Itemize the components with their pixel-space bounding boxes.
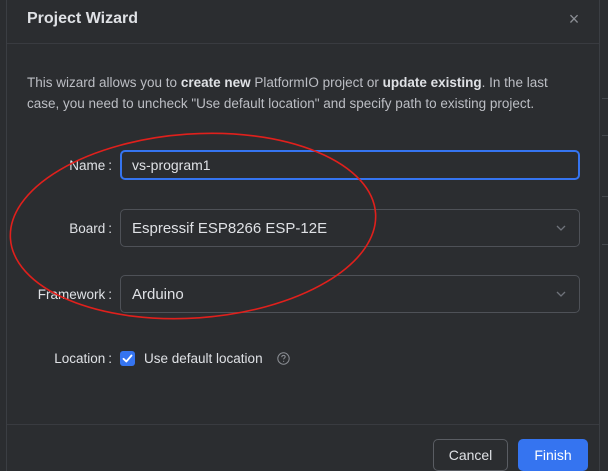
help-icon[interactable] — [277, 352, 290, 365]
wizard-description: This wizard allows you to create new Pla… — [27, 75, 548, 111]
background-right-edge — [600, 0, 608, 471]
use-default-location-label[interactable]: Use default location — [144, 351, 263, 366]
dialog-title: Project Wizard — [27, 10, 138, 27]
background-divider — [602, 135, 608, 136]
location-label: Location: — [54, 351, 112, 366]
name-label: Name: — [69, 158, 112, 173]
framework-select[interactable]: Arduino — [120, 275, 580, 313]
dialog-footer: Cancel Finish — [7, 424, 599, 471]
use-default-location-checkbox[interactable] — [120, 351, 135, 366]
project-wizard-dialog: Project Wizard × This wizard allows you … — [6, 0, 600, 471]
framework-select-value: Arduino — [132, 286, 184, 303]
board-label: Board: — [69, 221, 112, 236]
board-select[interactable]: Espressif ESP8266 ESP-12E — [120, 209, 580, 247]
finish-button[interactable]: Finish — [518, 439, 588, 471]
board-select-value: Espressif ESP8266 ESP-12E — [132, 220, 328, 237]
project-name-input[interactable] — [120, 150, 580, 180]
cancel-button[interactable]: Cancel — [433, 439, 508, 471]
emphasis-create-new: create new — [180, 75, 251, 90]
background-divider — [602, 196, 608, 197]
close-icon[interactable]: × — [565, 10, 583, 28]
dialog-titlebar: Project Wizard × — [7, 0, 599, 44]
background-divider — [602, 98, 608, 99]
framework-label: Framework: — [37, 287, 112, 302]
chevron-down-icon — [556, 291, 566, 297]
emphasis-update-existing: update existing — [382, 75, 482, 90]
chevron-down-icon — [556, 225, 566, 231]
background-divider — [602, 244, 608, 245]
checkmark-icon — [122, 354, 133, 363]
